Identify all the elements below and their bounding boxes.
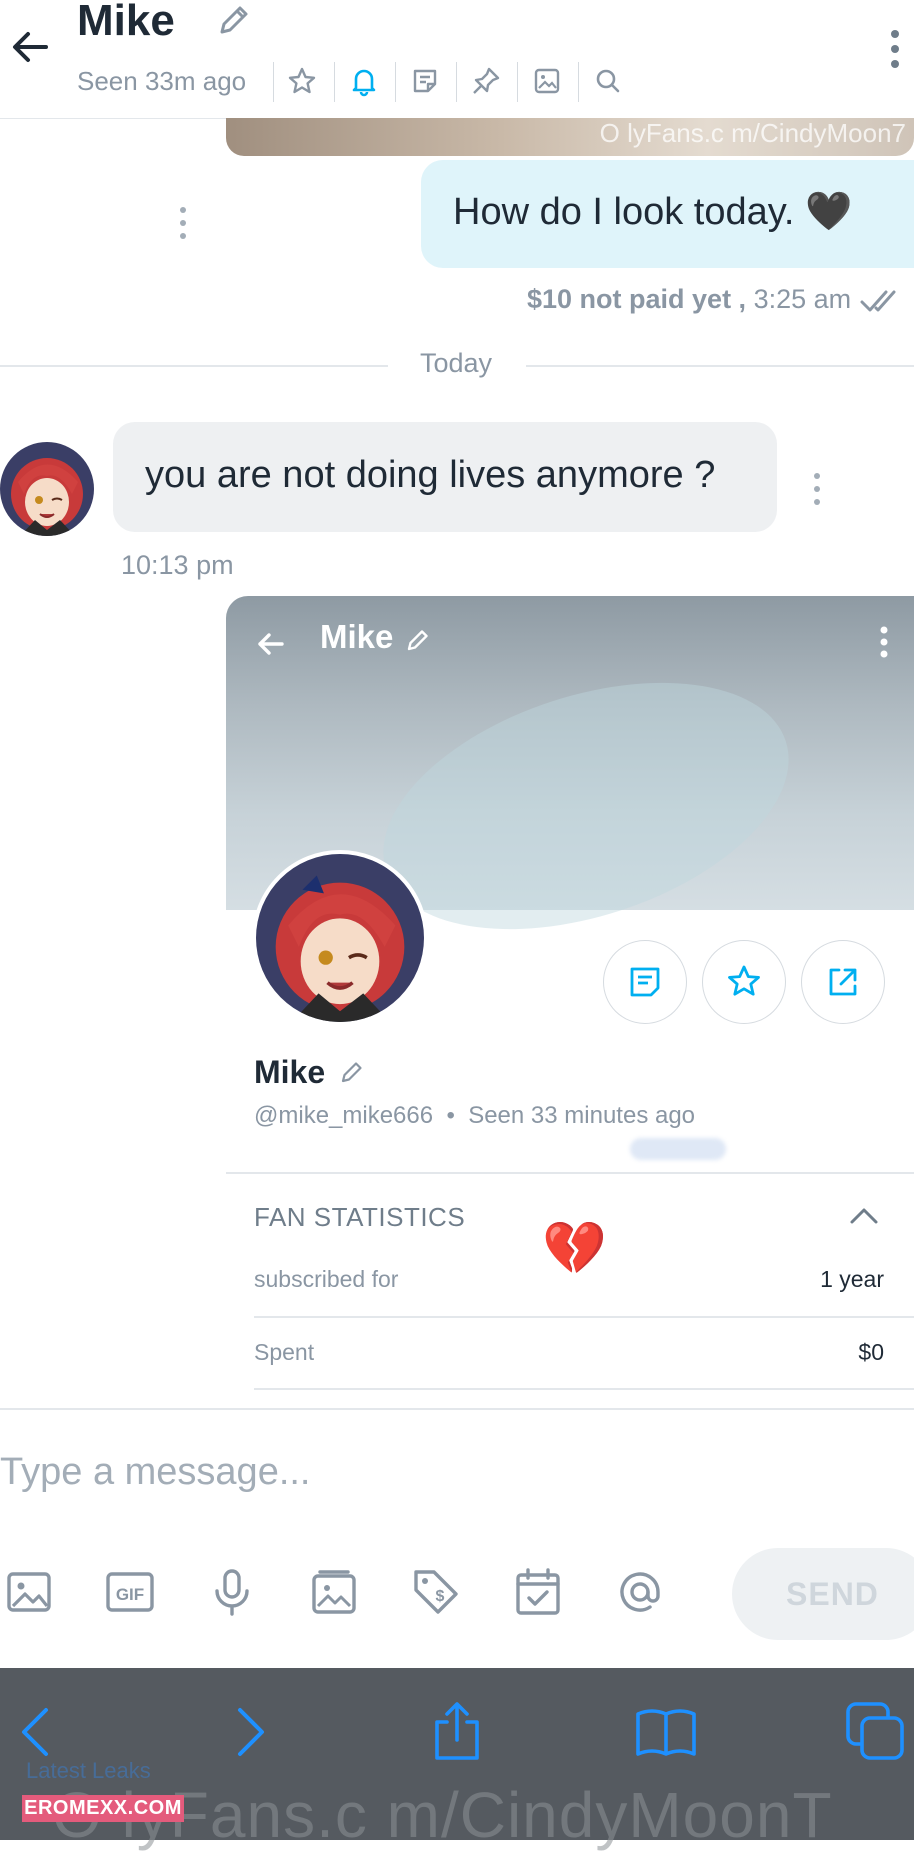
favorite-button	[702, 940, 786, 1024]
back-arrow-icon	[258, 633, 284, 655]
divider	[578, 62, 579, 102]
divider	[254, 1316, 914, 1318]
more-options-icon	[880, 626, 888, 658]
message-text: How do I look today. 🖤	[453, 191, 853, 233]
svg-text:$: $	[436, 1588, 445, 1605]
profile-screenshot-message[interactable]: Mike Mike @mike_mike666 • Seen 33 minute…	[226, 596, 914, 1236]
send-button[interactable]: SEND	[732, 1548, 914, 1640]
message-time: 3:25 am	[753, 284, 852, 314]
back-arrow-icon[interactable]	[6, 22, 56, 72]
star-icon	[728, 965, 760, 996]
divider	[395, 62, 396, 102]
fan-statistics-title: FAN STATISTICS	[254, 1202, 466, 1232]
share-button	[801, 940, 885, 1024]
price-status: $10 not paid yet ,	[527, 284, 747, 314]
svg-text:GIF: GIF	[116, 1585, 144, 1604]
separator-dot: •	[446, 1102, 455, 1129]
search-icon[interactable]	[591, 64, 625, 98]
last-seen-status: Seen 33m ago	[77, 66, 247, 96]
message-input[interactable]	[0, 1442, 700, 1502]
message-options-icon[interactable]	[812, 472, 822, 506]
mention-icon[interactable]	[614, 1566, 666, 1618]
divider	[254, 1388, 914, 1390]
edit-name-icon	[341, 1062, 362, 1083]
photo-message-bottom[interactable]: O lyFans.c m/CindyMoon7	[226, 118, 914, 156]
gallery-icon[interactable]	[530, 64, 564, 98]
schedule-icon[interactable]	[512, 1566, 564, 1618]
pin-icon[interactable]	[469, 64, 503, 98]
message-options-icon[interactable]	[178, 206, 188, 240]
stat-label: Spent	[254, 1339, 315, 1365]
divider	[226, 1172, 914, 1174]
bell-icon[interactable]	[347, 64, 381, 98]
read-checkmarks-icon	[860, 290, 896, 312]
watermark-text: O lyFans.c m/CindyMoon7	[599, 118, 906, 148]
browser-forward-icon[interactable]	[216, 1700, 280, 1764]
profile-handle-line: @mike_mike666 • Seen 33 minutes ago	[254, 1102, 695, 1130]
message-button	[603, 940, 687, 1024]
outgoing-message-bubble[interactable]: How do I look today. 🖤	[421, 160, 914, 268]
broken-heart-emoji: 💔	[542, 1220, 607, 1278]
message-meta: $10 not paid yet , 3:25 am	[527, 284, 851, 315]
divider	[0, 1408, 914, 1410]
chat-title[interactable]: Mike	[77, 0, 175, 46]
edit-name-icon[interactable]	[214, 0, 254, 40]
latest-leaks-link[interactable]: Latest Leaks	[26, 1758, 151, 1784]
message-time: 10:13 pm	[121, 550, 234, 580]
notes-icon[interactable]	[408, 64, 442, 98]
profile-avatar	[252, 850, 428, 1026]
divider	[456, 62, 457, 102]
divider	[526, 365, 914, 367]
anime-avatar-image	[0, 442, 94, 536]
day-divider-label: Today	[420, 348, 493, 378]
site-logo-badge[interactable]: EROMEXX.COM	[22, 1795, 184, 1822]
sender-avatar[interactable]	[0, 442, 94, 536]
divider	[334, 62, 335, 102]
profile-name: Mike	[254, 1054, 326, 1090]
bookmarks-icon[interactable]	[634, 1700, 698, 1764]
image-upload-icon[interactable]	[3, 1566, 55, 1618]
tabs-icon[interactable]	[844, 1700, 908, 1764]
star-icon[interactable]	[285, 64, 319, 98]
chat-header: Mike Seen 33m ago	[0, 0, 914, 119]
chat-icon	[630, 967, 660, 997]
price-tag-icon[interactable]: $	[410, 1566, 462, 1618]
browser-back-icon[interactable]	[6, 1700, 70, 1764]
divider	[273, 62, 274, 102]
blurred-redaction	[630, 1138, 726, 1160]
stat-value: $0	[858, 1339, 884, 1365]
edit-name-icon	[407, 630, 428, 651]
gif-icon[interactable]: GIF	[104, 1566, 156, 1618]
divider	[517, 62, 518, 102]
divider	[0, 365, 388, 367]
more-options-icon[interactable]	[880, 26, 910, 72]
username: @mike_mike666	[254, 1102, 434, 1129]
last-seen: Seen 33 minutes ago	[468, 1102, 696, 1129]
browser-share-icon[interactable]	[425, 1700, 489, 1764]
incoming-message-bubble[interactable]: you are not doing lives anymore ?	[113, 422, 777, 532]
share-icon	[829, 968, 857, 996]
vault-icon[interactable]	[308, 1566, 360, 1618]
message-text: you are not doing lives anymore ?	[145, 454, 716, 496]
microphone-icon[interactable]	[206, 1566, 258, 1618]
chevron-up-icon	[850, 1208, 878, 1224]
stat-label: subscribed for	[254, 1266, 399, 1292]
stat-value: 1 year	[820, 1266, 884, 1292]
card-title: Mike	[320, 618, 394, 655]
anime-avatar-image	[256, 854, 424, 1022]
